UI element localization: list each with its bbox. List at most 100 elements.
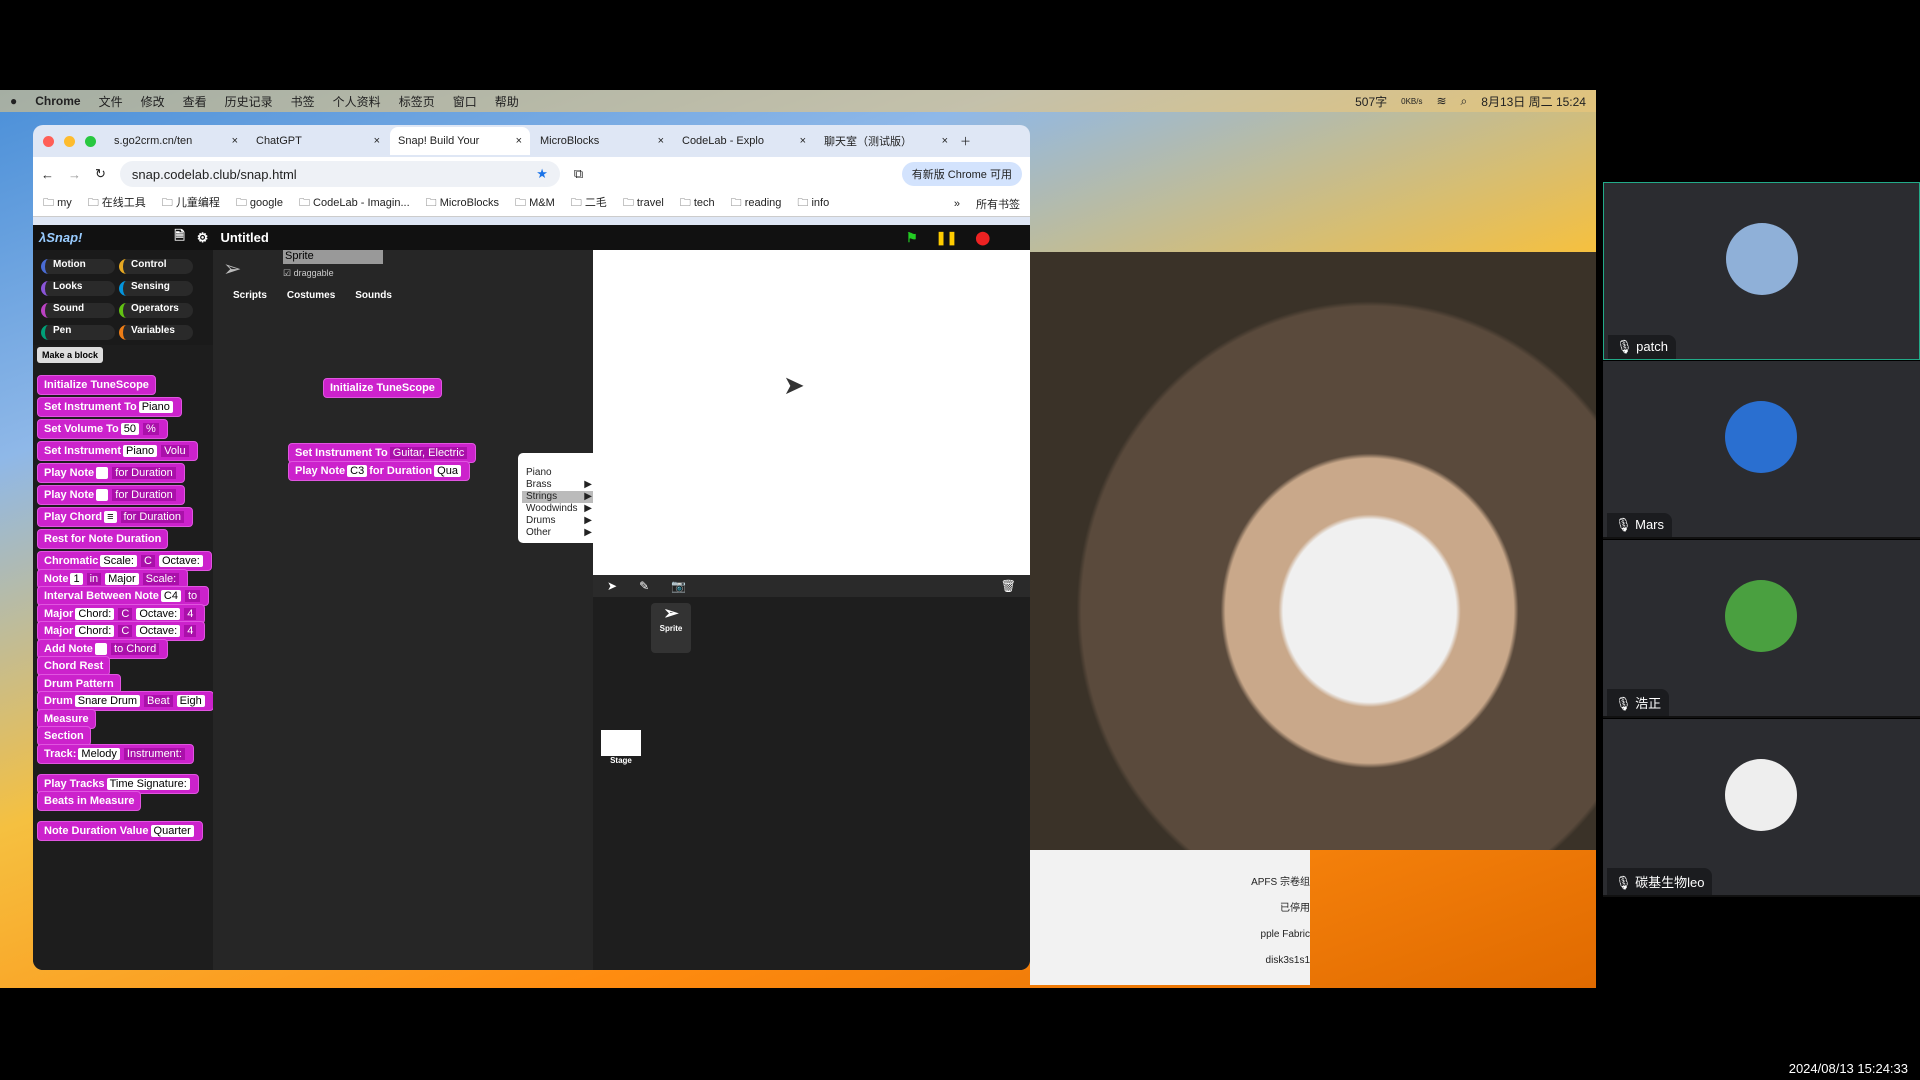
block-slot[interactable]: Scale:: [142, 572, 180, 585]
participant-tile[interactable]: 🎙 Mars: [1603, 361, 1920, 539]
zoom-button[interactable]: [85, 135, 96, 147]
block-slot[interactable]: Octave:: [158, 555, 203, 567]
category-sound[interactable]: Sound: [41, 303, 115, 318]
duration-input[interactable]: Qua: [434, 465, 461, 477]
category-motion[interactable]: Motion: [41, 259, 115, 274]
bookmark-item[interactable]: 🗀 CodeLab - Imagin...: [299, 194, 410, 213]
close-tab-icon[interactable]: ×: [516, 135, 522, 147]
all-bookmarks[interactable]: 所有书签: [976, 196, 1020, 212]
bookmark-item[interactable]: 🗀 二毛: [571, 194, 607, 213]
menu-item[interactable]: 窗口: [453, 93, 477, 110]
block-slot[interactable]: Piano: [138, 401, 173, 413]
apple-icon[interactable]: ●: [10, 94, 17, 108]
palette-block[interactable]: Play Note for Duration: [37, 485, 185, 505]
block-slot[interactable]: to: [184, 590, 201, 602]
sprite-thumbnail[interactable]: ➢ Sprite: [651, 603, 691, 653]
bookmark-item[interactable]: 🗀 M&M: [515, 194, 555, 213]
block-slot[interactable]: [94, 642, 108, 655]
sprite-arrow-icon[interactable]: ➤: [783, 370, 805, 401]
menu-item[interactable]: Woodwinds ▶: [522, 503, 596, 515]
snap-logo[interactable]: λSnap!: [39, 230, 82, 245]
pause-icon[interactable]: ❚❚: [936, 230, 958, 246]
category-operators[interactable]: Operators: [119, 303, 193, 318]
bookmark-item[interactable]: 🗀 my: [43, 194, 72, 213]
bookmark-item[interactable]: 🗀 travel: [623, 194, 664, 213]
category-control[interactable]: Control: [119, 259, 193, 274]
stop-icon[interactable]: ⬤: [975, 230, 990, 246]
category-variables[interactable]: Variables: [119, 325, 193, 340]
block-slot[interactable]: Octave:: [136, 607, 181, 620]
close-tab-icon[interactable]: ×: [800, 135, 806, 147]
palette-block[interactable]: Track: Melody Instrument:: [37, 743, 194, 764]
bookmark-item[interactable]: 🗀 reading: [731, 194, 782, 213]
browser-tab[interactable]: MicroBlocks ×: [532, 127, 672, 155]
search-icon[interactable]: ⌕: [1461, 94, 1468, 109]
palette-block[interactable]: Set Instrument Piano Volu: [37, 441, 198, 461]
block-slot[interactable]: Octave:: [136, 625, 181, 637]
file-icon[interactable]: 🗎: [174, 227, 184, 249]
participant-tile[interactable]: 🎙 patch: [1603, 182, 1920, 360]
update-chrome-button[interactable]: 有新版 Chrome 可用: [901, 162, 1022, 186]
menu-item[interactable]: 标签页: [399, 93, 435, 110]
browser-tab[interactable]: s.go2crm.cn/ten ×: [106, 127, 246, 155]
script-block-play-note[interactable]: Play Note C3 for Duration Qua: [288, 461, 470, 481]
browser-tab[interactable]: Snap! Build Your ×: [390, 127, 530, 155]
block-slot[interactable]: ≡: [104, 511, 117, 523]
category-pen[interactable]: Pen: [41, 325, 115, 340]
menu-item[interactable]: 文件: [99, 93, 123, 110]
participant-tile[interactable]: 🎙 碳基生物leo: [1603, 719, 1920, 897]
block-slot[interactable]: Volu: [161, 445, 189, 457]
close-tab-icon[interactable]: ×: [658, 135, 664, 147]
extensions-icon[interactable]: ⧉: [574, 166, 583, 182]
block-slot[interactable]: 4: [184, 607, 197, 620]
palette-block[interactable]: Note Duration Value Quarter: [37, 821, 203, 841]
participant-tile[interactable]: 🎙 浩正: [1603, 540, 1920, 718]
camera-icon[interactable]: 📷: [671, 579, 686, 593]
block-slot[interactable]: %: [143, 423, 159, 435]
block-slot[interactable]: 1: [70, 572, 83, 585]
bookmark-item[interactable]: 🗀 info: [797, 194, 829, 213]
menu-app[interactable]: Chrome: [35, 94, 80, 108]
palette-block[interactable]: Set Instrument To Piano: [37, 397, 182, 417]
bookmark-item[interactable]: 🗀 tech: [680, 194, 715, 213]
forward-icon[interactable]: →: [68, 167, 81, 182]
menu-item[interactable]: 帮助: [495, 93, 519, 110]
bookmark-item[interactable]: 🗀 儿童编程: [162, 194, 220, 213]
block-slot[interactable]: C4: [160, 590, 181, 602]
menu-item[interactable]: Brass ▶: [522, 479, 596, 491]
stage-thumbnail[interactable]: Stage: [601, 730, 641, 765]
block-slot[interactable]: C: [118, 625, 133, 637]
minimize-button[interactable]: [64, 135, 75, 147]
menu-item[interactable]: 修改: [141, 93, 165, 110]
palette-block[interactable]: Set Volume To 50%: [37, 419, 168, 439]
category-looks[interactable]: Looks: [41, 281, 115, 296]
block-slot[interactable]: Quarter: [150, 825, 194, 837]
close-tab-icon[interactable]: ×: [232, 135, 238, 147]
block-slot[interactable]: Time Signature:: [106, 777, 190, 790]
menu-item[interactable]: 个人资料: [333, 93, 381, 110]
tab-costumes[interactable]: Costumes: [287, 290, 335, 301]
block-slot[interactable]: 4: [184, 625, 197, 637]
block-slot[interactable]: C: [140, 555, 155, 567]
close-tab-icon[interactable]: ×: [942, 135, 948, 147]
menu-item[interactable]: Strings ▶: [522, 491, 596, 503]
script-block-set-instrument[interactable]: Set Instrument To Guitar, Electric: [288, 443, 477, 463]
block-slot[interactable]: Piano: [123, 445, 158, 457]
block-slot[interactable]: Chord:: [75, 625, 115, 637]
settings-icon[interactable]: ⚙: [197, 230, 209, 246]
back-icon[interactable]: ←: [41, 167, 54, 182]
block-slot[interactable]: for Duration: [120, 511, 184, 523]
block-slot[interactable]: Scale:: [100, 555, 137, 567]
block-slot[interactable]: Snare Drum: [74, 695, 141, 707]
note-input[interactable]: C3: [347, 465, 368, 477]
draggable-checkbox[interactable]: ☑ draggable: [283, 268, 334, 279]
browser-tab[interactable]: CodeLab - Explo ×: [674, 127, 814, 155]
make-a-block-button[interactable]: Make a block: [37, 347, 104, 363]
palette-block[interactable]: Beats in Measure: [37, 791, 142, 811]
block-slot[interactable]: Beat: [144, 695, 173, 707]
block-slot[interactable]: [96, 489, 109, 501]
tab-scripts[interactable]: Scripts: [233, 290, 267, 301]
block-slot[interactable]: Instrument:: [123, 747, 185, 760]
block-slot[interactable]: C: [118, 607, 133, 620]
sprite-name-input[interactable]: Sprite: [283, 250, 383, 264]
